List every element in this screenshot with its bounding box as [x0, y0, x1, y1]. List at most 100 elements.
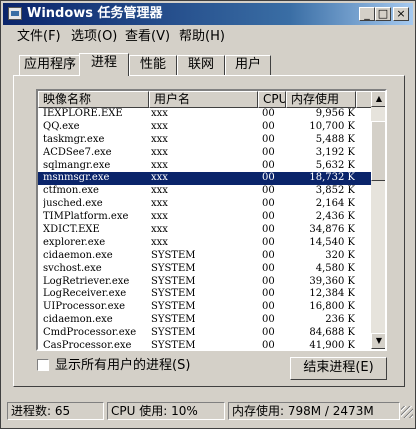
- process-row[interactable]: LogRetriever.exe SYSTEM 00 39,360 K: [38, 276, 371, 289]
- process-cpu: 00: [262, 133, 275, 145]
- process-cpu: 00: [262, 288, 275, 300]
- process-memory: 16,800 K: [309, 301, 355, 313]
- process-name: sqlmangr.exe: [43, 159, 111, 171]
- column-header-image-name[interactable]: 映像名称: [38, 91, 149, 108]
- scroll-thumb[interactable]: [371, 121, 385, 181]
- process-name: explorer.exe: [43, 236, 106, 248]
- process-name: cidaemon.exe: [43, 249, 113, 261]
- process-user: SYSTEM: [151, 340, 196, 351]
- process-user: xxx: [151, 198, 168, 210]
- process-user: xxx: [151, 185, 168, 197]
- process-user: SYSTEM: [151, 288, 196, 300]
- task-manager-window: Windows 任务管理器 _ □ × 文件(F) 选项(O) 查看(V) 帮助…: [0, 0, 416, 429]
- process-name: jusched.exe: [43, 198, 103, 210]
- process-row[interactable]: taskmgr.exe xxx 00 5,488 K: [38, 134, 371, 147]
- process-cpu: 00: [262, 172, 275, 184]
- process-cpu: 00: [262, 301, 275, 313]
- close-button[interactable]: ×: [393, 7, 409, 21]
- process-memory: 5,632 K: [315, 159, 355, 171]
- process-row[interactable]: cidaemon.exe SYSTEM 00 236 K: [38, 314, 371, 327]
- process-row[interactable]: IEXPLORE.EXE xxx 00 9,956 K: [38, 108, 371, 121]
- column-header-cpu[interactable]: CPU: [258, 91, 286, 108]
- process-memory: 5,488 K: [315, 133, 355, 145]
- process-cpu: 00: [262, 159, 275, 171]
- menu-view[interactable]: 查看(V): [125, 29, 170, 45]
- process-row[interactable]: msnmsgr.exe xxx 00 18,732 K: [38, 172, 371, 186]
- tab-applications[interactable]: 应用程序: [19, 55, 81, 75]
- process-memory: 10,700 K: [309, 120, 355, 132]
- process-memory: 39,360 K: [309, 275, 355, 287]
- process-cpu: 00: [262, 327, 275, 339]
- resize-grip-icon[interactable]: [401, 406, 413, 418]
- task-manager-icon: [8, 7, 22, 20]
- process-user: xxx: [151, 133, 168, 145]
- process-row[interactable]: ctfmon.exe xxx 00 3,852 K: [38, 185, 371, 198]
- process-name: XDICT.EXE: [43, 224, 100, 236]
- process-row[interactable]: CmdProcessor.exe SYSTEM 00 84,688 K: [38, 327, 371, 340]
- status-memory-usage: 内存使用: 798M / 2473M: [228, 402, 400, 420]
- tab-networking[interactable]: 联网: [177, 55, 225, 75]
- vertical-scrollbar[interactable]: ▲ ▼: [371, 91, 385, 349]
- process-row[interactable]: sqlmangr.exe xxx 00 5,632 K: [38, 160, 371, 173]
- status-cpu-usage: CPU 使用: 10%: [107, 402, 225, 420]
- process-memory: 34,876 K: [309, 224, 355, 236]
- process-user: SYSTEM: [151, 249, 196, 261]
- process-cpu: 00: [262, 236, 275, 248]
- process-name: CasProcessor.exe: [43, 340, 132, 351]
- process-cpu: 00: [262, 146, 275, 158]
- process-row[interactable]: TIMPlatform.exe xxx 00 2,436 K: [38, 211, 371, 224]
- process-name: taskmgr.exe: [43, 133, 105, 145]
- process-memory: 41,900 K: [309, 340, 355, 351]
- process-memory: 12,384 K: [309, 288, 355, 300]
- process-row[interactable]: XDICT.EXE xxx 00 34,876 K: [38, 224, 371, 237]
- process-user: xxx: [151, 146, 168, 158]
- process-row[interactable]: CasProcessor.exe SYSTEM 00 41,900 K: [38, 340, 371, 351]
- show-all-users-checkbox[interactable]: [37, 359, 49, 371]
- process-name: UIProcessor.exe: [43, 301, 126, 313]
- process-row[interactable]: cidaemon.exe SYSTEM 00 320 K: [38, 250, 371, 263]
- process-row[interactable]: UIProcessor.exe SYSTEM 00 16,800 K: [38, 301, 371, 314]
- process-name: IEXPLORE.EXE: [43, 108, 123, 119]
- process-memory: 3,852 K: [315, 185, 355, 197]
- process-name: LogRetriever.exe: [43, 275, 130, 287]
- menu-options[interactable]: 选项(O): [71, 29, 117, 45]
- menu-help[interactable]: 帮助(H): [179, 29, 225, 45]
- process-user: xxx: [151, 236, 168, 248]
- column-header-user-name[interactable]: 用户名: [149, 91, 258, 108]
- process-user: SYSTEM: [151, 314, 196, 326]
- process-row[interactable]: LogReceiver.exe SYSTEM 00 12,384 K: [38, 288, 371, 301]
- process-cpu: 00: [262, 185, 275, 197]
- scroll-up-arrow-icon[interactable]: ▲: [371, 91, 385, 107]
- process-memory: 3,192 K: [315, 146, 355, 158]
- process-memory: 18,732 K: [309, 172, 355, 184]
- process-row[interactable]: QQ.exe xxx 00 10,700 K: [38, 121, 371, 134]
- minimize-button[interactable]: _: [359, 7, 375, 21]
- window-title: Windows 任务管理器: [27, 6, 163, 21]
- process-user: xxx: [151, 159, 168, 171]
- process-user: xxx: [151, 211, 168, 223]
- process-memory: 2,164 K: [315, 198, 355, 210]
- column-header-memory[interactable]: 内存使用: [286, 91, 356, 108]
- title-bar[interactable]: Windows 任务管理器 _ □ ×: [3, 3, 413, 25]
- process-name: ctfmon.exe: [43, 185, 99, 197]
- maximize-button[interactable]: □: [375, 7, 391, 21]
- tab-performance[interactable]: 性能: [129, 55, 177, 75]
- process-name: ACDSee7.exe: [43, 146, 112, 158]
- tab-users[interactable]: 用户: [225, 55, 271, 75]
- menu-file[interactable]: 文件(F): [17, 29, 61, 45]
- show-all-users-label: 显示所有用户的进程(S): [55, 358, 191, 373]
- scroll-down-arrow-icon[interactable]: ▼: [371, 333, 385, 349]
- process-memory: 84,688 K: [309, 327, 355, 339]
- status-process-count: 进程数: 65: [7, 402, 104, 420]
- process-cpu: 00: [262, 108, 275, 119]
- tab-strip: 应用程序 进程 性能 联网 用户: [15, 53, 405, 76]
- tab-processes[interactable]: 进程: [79, 53, 129, 76]
- process-row[interactable]: explorer.exe xxx 00 14,540 K: [38, 237, 371, 250]
- process-list[interactable]: 映像名称 用户名 CPU 内存使用 IEXPLORE.EXE xxx 00 9,956…: [36, 89, 387, 351]
- process-user: xxx: [151, 224, 168, 236]
- process-rows: IEXPLORE.EXE xxx 00 9,956 K QQ.exe xxx 00 10,70…: [38, 108, 371, 351]
- process-row[interactable]: ACDSee7.exe xxx 00 3,192 K: [38, 147, 371, 160]
- process-row[interactable]: svchost.exe SYSTEM 00 4,580 K: [38, 263, 371, 276]
- process-row[interactable]: jusched.exe xxx 00 2,164 K: [38, 198, 371, 211]
- end-process-button[interactable]: 结束进程(E): [290, 357, 387, 380]
